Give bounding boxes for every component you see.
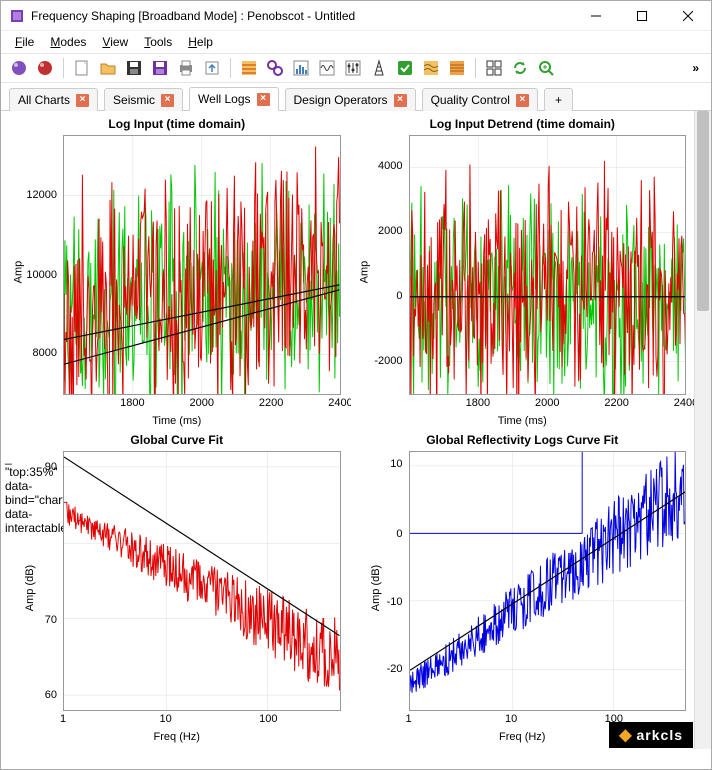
sphere-purple-icon[interactable] bbox=[7, 56, 31, 80]
chart-title: Log Input (time domain) bbox=[5, 115, 349, 133]
tab-well-logs[interactable]: Well Logs × bbox=[189, 87, 278, 111]
tab-close-icon[interactable]: × bbox=[161, 94, 174, 107]
menu-modes[interactable]: Modes bbox=[44, 33, 92, 51]
grid-view-icon[interactable] bbox=[482, 56, 506, 80]
tab-label: Well Logs bbox=[198, 92, 250, 106]
plot-area[interactable] bbox=[409, 135, 687, 395]
watermark-text: arkcls bbox=[637, 727, 683, 743]
toolbar: » bbox=[1, 53, 711, 83]
menu-view[interactable]: View bbox=[96, 33, 134, 51]
content-area: Log Input (time domain) Amp Time (ms) 80… bbox=[1, 111, 711, 749]
save-icon[interactable] bbox=[122, 56, 146, 80]
tab-label: All Charts bbox=[18, 93, 70, 107]
tab-add-button[interactable]: + bbox=[544, 88, 573, 111]
new-file-icon[interactable] bbox=[70, 56, 94, 80]
vertical-scrollbar[interactable] bbox=[694, 111, 711, 749]
layers2-icon[interactable] bbox=[445, 56, 469, 80]
layers1-icon[interactable] bbox=[419, 56, 443, 80]
derrick-icon[interactable] bbox=[367, 56, 391, 80]
close-button[interactable] bbox=[665, 1, 711, 31]
chart-global-curve-fit: Global Curve Fit Amp (dB) Freq (Hz) 60 7… bbox=[5, 431, 349, 745]
x-ticks: 1800 2000 2200 2400 bbox=[63, 397, 341, 411]
y-ticks: -20 -10 0 10 bbox=[351, 451, 407, 711]
tab-all-charts[interactable]: All Charts × bbox=[9, 88, 98, 111]
spectrum-icon[interactable] bbox=[289, 56, 313, 80]
chart-title: Global Curve Fit bbox=[5, 431, 349, 449]
toolbar-overflow[interactable]: » bbox=[686, 61, 705, 75]
sliders-icon[interactable] bbox=[341, 56, 365, 80]
tab-label: Quality Control bbox=[431, 93, 510, 107]
chart-title: Log Input Detrend (time domain) bbox=[351, 115, 695, 133]
scrollbar-thumb[interactable] bbox=[697, 111, 709, 311]
tab-seismic[interactable]: Seismic × bbox=[104, 88, 183, 111]
chart-log-input-detrend: Log Input Detrend (time domain) Amp Time… bbox=[351, 115, 695, 429]
minimize-button[interactable] bbox=[573, 1, 619, 31]
y-ticks: 8000 10000 12000 bbox=[5, 135, 61, 395]
watermark: ◆ arkcls bbox=[609, 722, 693, 748]
menu-help[interactable]: Help bbox=[182, 33, 219, 51]
menu-file[interactable]: File bbox=[9, 33, 40, 51]
x-axis-label: Time (ms) bbox=[152, 415, 201, 427]
tabstrip: All Charts × Seismic × Well Logs × Design O… bbox=[1, 83, 711, 111]
chart-title: Global Reflectivity Logs Curve Fit bbox=[351, 431, 695, 449]
plot-area[interactable] bbox=[409, 451, 687, 711]
tab-close-icon[interactable]: × bbox=[257, 93, 270, 106]
maximize-button[interactable] bbox=[619, 1, 665, 31]
zoom-icon[interactable] bbox=[534, 56, 558, 80]
window-title: Frequency Shaping [Broadband Mode] : Pen… bbox=[31, 9, 573, 23]
tab-label: Seismic bbox=[113, 93, 155, 107]
chart-grid: Log Input (time domain) Amp Time (ms) 80… bbox=[1, 111, 694, 749]
chart-global-reflectivity: Global Reflectivity Logs Curve Fit Amp (… bbox=[351, 431, 695, 745]
x-ticks: 1 10 100 bbox=[63, 713, 341, 727]
menubar: File Modes View Tools Help bbox=[1, 31, 711, 53]
watermark-logo-icon: ◆ bbox=[619, 725, 632, 745]
plot-area[interactable] bbox=[63, 451, 341, 711]
tab-close-icon[interactable]: × bbox=[394, 94, 407, 107]
tab-close-icon[interactable]: × bbox=[76, 94, 89, 107]
app-icon bbox=[9, 8, 25, 24]
plot-area[interactable] bbox=[63, 135, 341, 395]
refresh-icon[interactable] bbox=[508, 56, 532, 80]
check-green-icon[interactable] bbox=[393, 56, 417, 80]
save-purple-icon[interactable] bbox=[148, 56, 172, 80]
titlebar: Frequency Shaping [Broadband Mode] : Pen… bbox=[1, 1, 711, 31]
tab-quality-control[interactable]: Quality Control × bbox=[422, 88, 538, 111]
x-ticks: 1800 2000 2200 2400 bbox=[409, 397, 687, 411]
sphere-red-icon[interactable] bbox=[33, 56, 57, 80]
print-icon[interactable] bbox=[174, 56, 198, 80]
x-axis-label: Freq (Hz) bbox=[499, 731, 545, 743]
y-ticks: -2000 0 2000 4000 bbox=[351, 135, 407, 395]
chart-log-input: Log Input (time domain) Amp Time (ms) 80… bbox=[5, 115, 349, 429]
waveform-icon[interactable] bbox=[315, 56, 339, 80]
seismic-icon[interactable] bbox=[237, 56, 261, 80]
gears-icon[interactable] bbox=[263, 56, 287, 80]
x-axis-label: Time (ms) bbox=[498, 415, 547, 427]
export-icon[interactable] bbox=[200, 56, 224, 80]
open-folder-icon[interactable] bbox=[96, 56, 120, 80]
tab-label: Design Operators bbox=[294, 93, 388, 107]
tab-close-icon[interactable]: × bbox=[516, 94, 529, 107]
tab-design-operators[interactable]: Design Operators × bbox=[285, 88, 416, 111]
menu-tools[interactable]: Tools bbox=[138, 33, 178, 51]
x-axis-label: Freq (Hz) bbox=[154, 731, 200, 743]
y-ticks: 60 70 _ "top:35%" data-bind="chart_data.… bbox=[5, 451, 61, 711]
